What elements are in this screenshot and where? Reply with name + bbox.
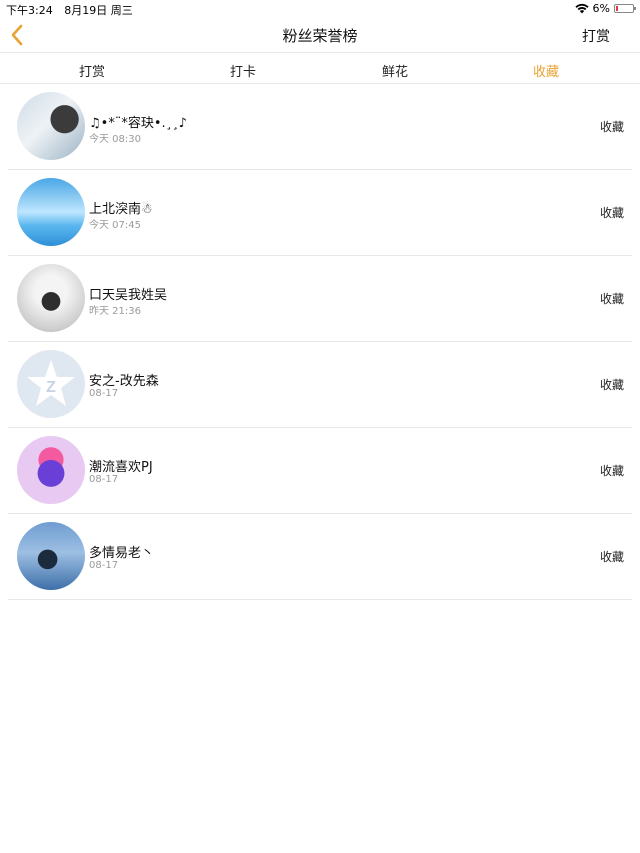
avatar[interactable] (17, 178, 85, 246)
action-label: 收藏 (599, 120, 624, 134)
list-item[interactable]: ♫•*¨*容玦•.¸¸♪ 今天 08:30 收藏 (8, 84, 632, 170)
action-label: 收藏 (599, 464, 624, 478)
user-name: 多情易老丶 (89, 546, 155, 561)
battery-fill (616, 6, 618, 11)
page-title: 粉丝荣誉榜 (282, 27, 358, 45)
default-avatar-star-icon: Z (27, 360, 75, 406)
status-date: 8月19日 周三 (64, 4, 133, 17)
action-label: 收藏 (599, 292, 624, 306)
wifi-icon (574, 3, 589, 14)
battery-icon (614, 4, 636, 13)
timestamp: 今天 07:45 (89, 220, 141, 231)
tab-favorites[interactable]: 收藏 (533, 61, 559, 80)
svg-text:Z: Z (46, 379, 56, 396)
status-left: 下午3:24 8月19日 周三 (6, 2, 141, 18)
status-time: 下午3:24 (6, 4, 53, 17)
tab-flowers[interactable]: 鲜花 (382, 61, 408, 80)
timestamp: 08-17 (89, 474, 119, 485)
avatar[interactable] (17, 92, 85, 160)
list-item[interactable]: Z 安之-改先森 08-17 收藏 (8, 342, 632, 428)
tab-bar: 打赏 打卡 鲜花 收藏 (0, 52, 640, 84)
avatar[interactable] (17, 522, 85, 590)
list-item[interactable]: 口天吴我姓吴 昨天 21:36 收藏 (8, 256, 632, 342)
battery-percent: 6% (592, 2, 610, 15)
list-item[interactable]: 多情易老丶 08-17 收藏 (8, 514, 632, 600)
user-name: 安之-改先森 (89, 374, 159, 389)
timestamp: 昨天 21:36 (89, 306, 141, 317)
action-label: 收藏 (599, 550, 624, 564)
avatar[interactable] (17, 436, 85, 504)
list-item[interactable]: 上北湥南☃ 今天 07:45 收藏 (8, 170, 632, 256)
user-name: ♫•*¨*容玦•.¸¸♪ (89, 116, 187, 131)
status-bar: 下午3:24 8月19日 周三 6% (0, 0, 640, 18)
status-right: 6% (574, 2, 636, 15)
timestamp: 今天 08:30 (89, 134, 141, 145)
list-item[interactable]: 潮流喜欢PJ 08-17 收藏 (8, 428, 632, 514)
avatar[interactable] (17, 264, 85, 332)
fan-list: ♫•*¨*容玦•.¸¸♪ 今天 08:30 收藏 上北湥南☃ 今天 07:45 … (0, 84, 640, 600)
user-name: 潮流喜欢PJ (89, 460, 153, 475)
user-name: 上北湥南☃ (89, 202, 153, 217)
tab-reward[interactable]: 打赏 (79, 61, 105, 80)
tab-checkin[interactable]: 打卡 (230, 61, 256, 80)
timestamp: 08-17 (89, 560, 119, 571)
action-label: 收藏 (599, 206, 624, 220)
action-label: 收藏 (599, 378, 624, 392)
avatar[interactable]: Z (17, 350, 85, 418)
reward-button[interactable]: 打赏 (582, 26, 610, 46)
nav-bar: 粉丝荣誉榜 打赏 (0, 18, 640, 52)
timestamp: 08-17 (89, 388, 119, 399)
user-name: 口天吴我姓吴 (89, 288, 168, 303)
